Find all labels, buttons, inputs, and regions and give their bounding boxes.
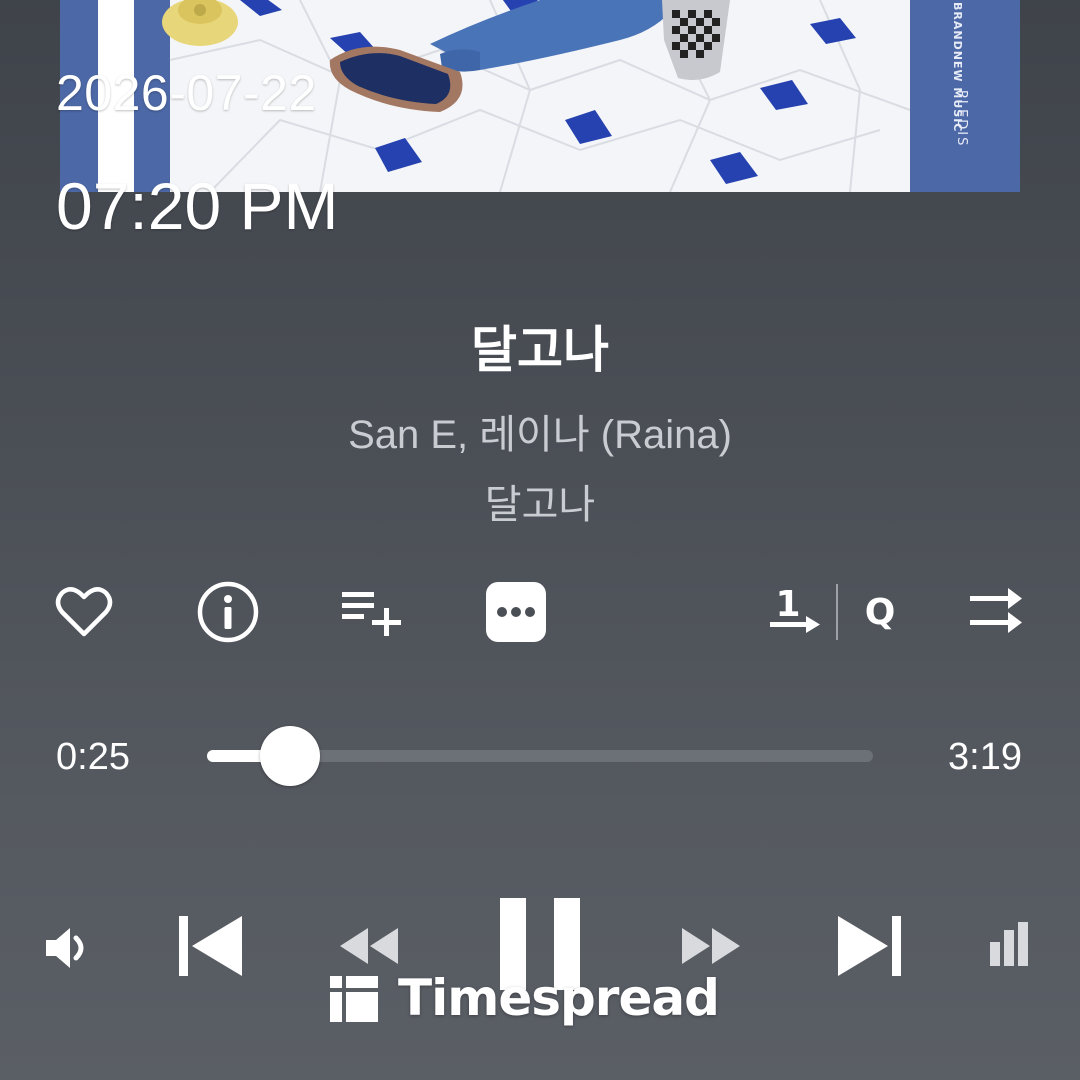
track-artist[interactable]: San E, 레이나 (Raina) (0, 402, 1080, 460)
skip-previous-icon (179, 916, 242, 976)
overlay-time: 07:20 PM (56, 169, 339, 243)
skip-next-icon (838, 916, 901, 976)
more-icon (486, 582, 546, 642)
equalizer-icon (990, 922, 1028, 966)
seek-bar[interactable] (207, 726, 873, 786)
repeat-one-button[interactable]: 1 (766, 578, 826, 642)
repeat-one-label: 1 (775, 584, 800, 625)
more-button[interactable] (484, 580, 548, 644)
queue-label: Q (865, 592, 896, 633)
fast-forward-button[interactable] (680, 926, 742, 966)
heart-icon (55, 587, 113, 637)
fast-forward-icon (682, 928, 740, 964)
label-strip: BRANDNEW MUSIC PLEDIS (910, 0, 1020, 192)
playlist-add-icon (342, 592, 401, 636)
shuffle-button[interactable] (966, 582, 1026, 642)
queue-icon: Q (865, 592, 896, 633)
equalizer-button[interactable] (988, 920, 1036, 968)
queue-button[interactable]: Q (856, 582, 906, 642)
add-to-playlist-button[interactable] (340, 582, 404, 642)
volume-button[interactable] (42, 920, 98, 976)
watermark: Timespread (330, 968, 720, 1028)
like-button[interactable] (52, 580, 116, 644)
repeat-one-icon: 1 (770, 584, 820, 633)
seek-thumb[interactable] (260, 726, 320, 786)
previous-button[interactable] (176, 912, 246, 980)
time-total: 3:19 (948, 736, 1022, 778)
action-divider (836, 584, 838, 640)
info-button[interactable] (196, 580, 260, 644)
overlay-date: 2026-07-22 (56, 65, 317, 121)
shuffle-icon (970, 588, 1022, 633)
rewind-icon (340, 928, 398, 964)
track-album[interactable]: 달고나 (0, 472, 1080, 530)
track-title: 달고나 (471, 321, 609, 379)
timespread-logo-icon (330, 976, 378, 1022)
next-button[interactable] (834, 912, 904, 980)
time-elapsed: 0:25 (56, 736, 130, 778)
info-icon (197, 581, 259, 643)
volume-icon (46, 928, 84, 968)
watermark-text: Timespread (398, 969, 720, 1027)
rewind-button[interactable] (338, 926, 400, 966)
label-logo: PLEDIS (954, 90, 969, 148)
